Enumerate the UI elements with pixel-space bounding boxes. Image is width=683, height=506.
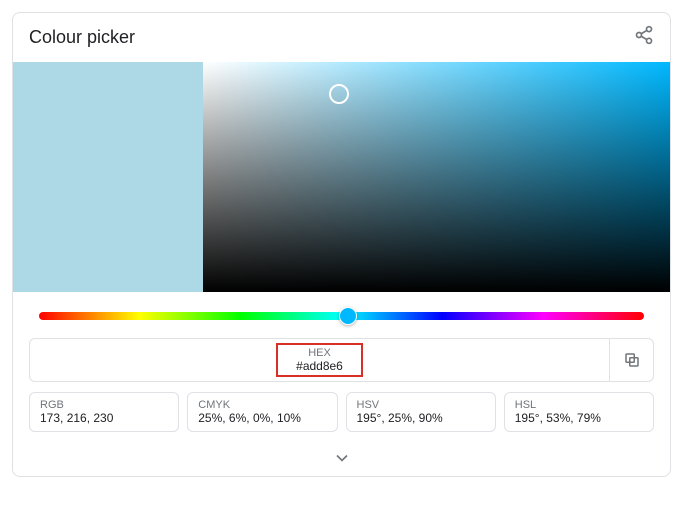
selected-swatch — [13, 62, 203, 292]
hex-value: #add8e6 — [296, 359, 343, 373]
copy-icon[interactable] — [609, 339, 653, 381]
cmyk-value: 25%, 6%, 0%, 10% — [198, 411, 326, 425]
rgb-cell[interactable]: RGB 173, 216, 230 — [29, 392, 179, 432]
rgb-label: RGB — [40, 399, 168, 411]
hue-slider[interactable] — [39, 312, 644, 320]
hex-row: HEX #add8e6 — [29, 338, 654, 382]
hsv-cell[interactable]: HSV 195°, 25%, 90% — [346, 392, 496, 432]
colour-picker-card: Colour picker HEX #add8e6 R — [12, 12, 671, 477]
share-icon[interactable] — [634, 25, 654, 50]
rgb-value: 173, 216, 230 — [40, 411, 168, 425]
hex-cell[interactable]: HEX #add8e6 — [30, 339, 609, 381]
hsl-label: HSL — [515, 399, 643, 411]
hue-thumb[interactable] — [339, 307, 357, 325]
chevron-down-icon[interactable] — [13, 440, 670, 476]
page-title: Colour picker — [29, 27, 135, 48]
hsl-value: 195°, 53%, 79% — [515, 411, 643, 425]
header: Colour picker — [13, 13, 670, 62]
hex-highlight: HEX #add8e6 — [276, 343, 363, 377]
hex-label: HEX — [296, 347, 343, 359]
hsv-label: HSV — [357, 399, 485, 411]
sv-cursor[interactable] — [329, 84, 349, 104]
hsl-cell[interactable]: HSL 195°, 53%, 79% — [504, 392, 654, 432]
colour-area — [13, 62, 670, 292]
hsv-value: 195°, 25%, 90% — [357, 411, 485, 425]
cmyk-cell[interactable]: CMYK 25%, 6%, 0%, 10% — [187, 392, 337, 432]
cmyk-label: CMYK — [198, 399, 326, 411]
formats-grid: RGB 173, 216, 230 CMYK 25%, 6%, 0%, 10% … — [29, 392, 654, 432]
saturation-value-picker[interactable] — [203, 62, 670, 292]
controls: HEX #add8e6 RGB 173, 216, 230 CMYK 25%, … — [13, 292, 670, 440]
